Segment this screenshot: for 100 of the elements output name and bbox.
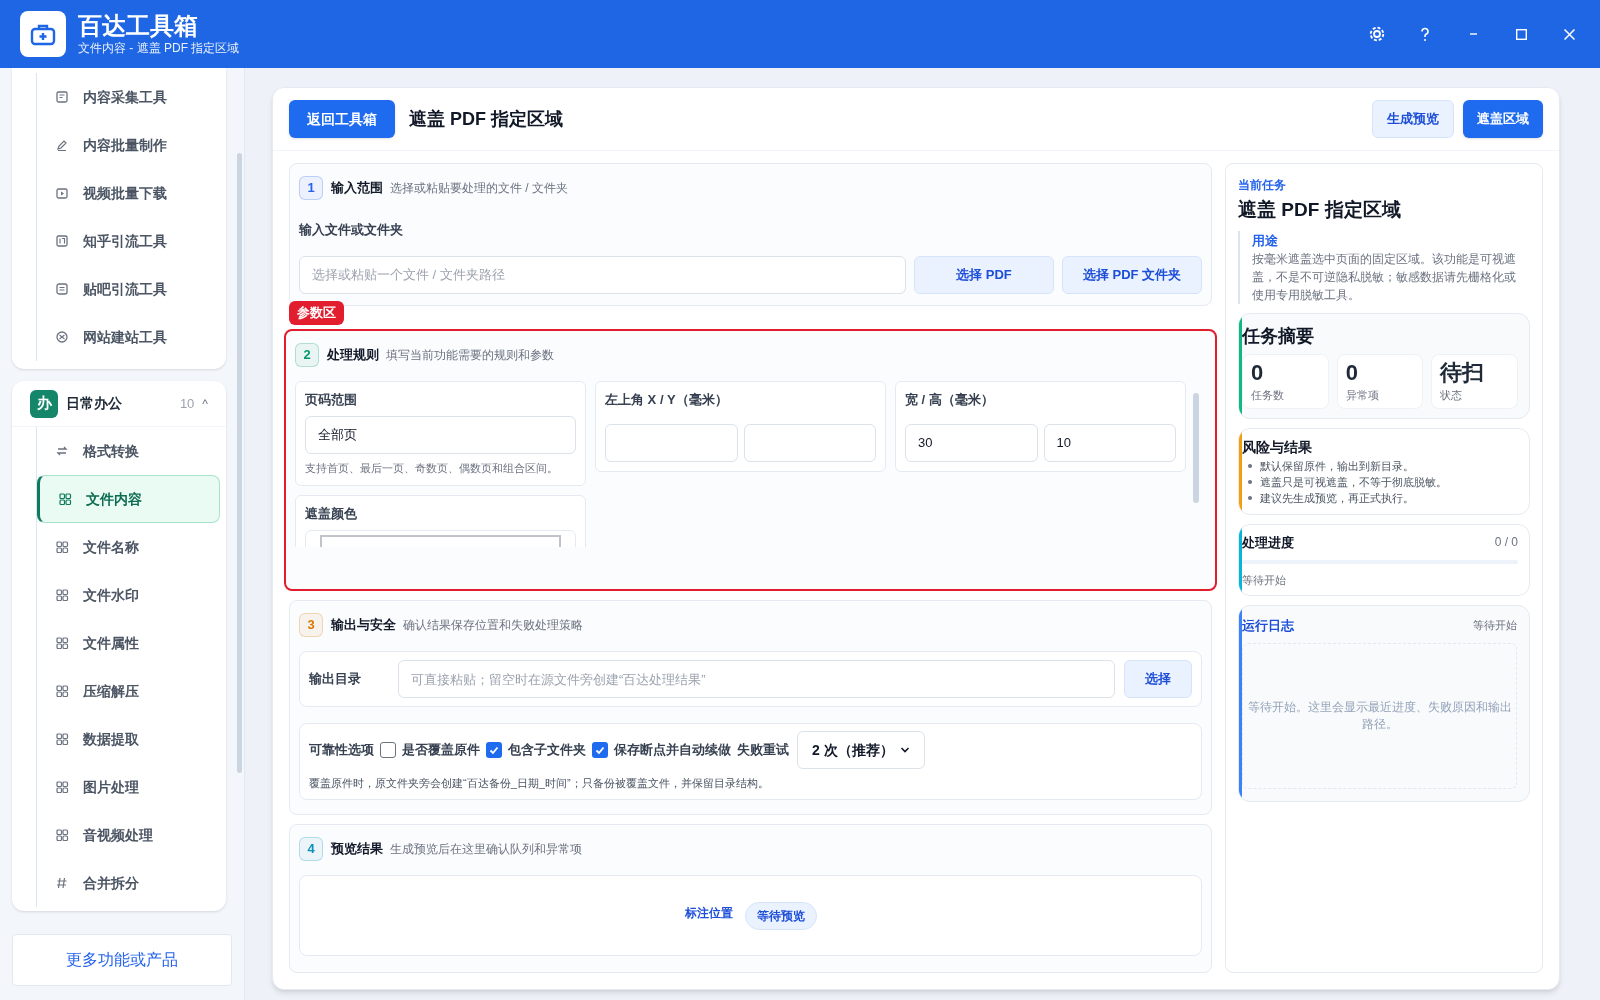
- medical-kit-icon: [30, 22, 56, 46]
- field-label: 左上角 X / Y（毫米）: [605, 391, 729, 409]
- sidebar-item[interactable]: 文件水印: [37, 571, 220, 619]
- sidebar-item[interactable]: 知乎引流工具: [37, 217, 220, 265]
- risk-item: 默认保留原件，输出到新目录。: [1260, 458, 1414, 474]
- app-subtitle: 文件内容 - 遮盖 PDF 指定区域: [78, 40, 240, 56]
- grid-icon: [55, 828, 69, 842]
- more-products-button[interactable]: 更多功能或产品: [12, 934, 232, 986]
- grid-icon: [55, 732, 69, 746]
- close-icon: [1563, 28, 1575, 40]
- sidebar-item[interactable]: 图片处理: [37, 763, 220, 811]
- sidebar-item[interactable]: 压缩解压: [37, 667, 220, 715]
- checkbox[interactable]: [486, 742, 502, 758]
- grid-icon: [55, 636, 69, 650]
- sidebar-item[interactable]: 内容批量制作: [37, 121, 220, 169]
- sidebar-item[interactable]: 视频批量下载: [37, 169, 220, 217]
- number-field[interactable]: [605, 423, 738, 462]
- log-status: 等待开始: [1473, 618, 1517, 633]
- back-button[interactable]: 返回工具箱: [289, 100, 395, 138]
- page-range-field[interactable]: 全部页: [305, 415, 576, 454]
- mark-position-link[interactable]: 标注位置: [684, 903, 733, 922]
- settings-icon: [1368, 25, 1386, 43]
- card-title: 处理进度: [1242, 533, 1295, 552]
- options-note: 覆盖原件时，原文件夹旁会创建“百达备份_日期_时间”；只备份被覆盖文件，并保留目录结构。: [309, 776, 770, 791]
- task-title: 遮盖 PDF 指定区域: [1238, 198, 1402, 222]
- globe-icon: [55, 330, 69, 344]
- card-title: 风险与结果: [1242, 437, 1313, 457]
- checkbox-label: 保存断点并自动续做: [614, 741, 731, 760]
- number-field[interactable]: 10: [1043, 423, 1176, 462]
- group-count: 10: [179, 394, 195, 413]
- group-title: 日常办公: [66, 394, 122, 413]
- sidebar-item[interactable]: 网站建站工具: [37, 313, 220, 361]
- check-icon: [488, 744, 500, 756]
- stat-value: 0: [1345, 359, 1359, 387]
- grid-icon: [55, 780, 69, 794]
- section-hint: 填写当前功能需要的规则和参数: [386, 347, 554, 364]
- sidebar-item[interactable]: 音视频处理: [37, 811, 220, 859]
- sidebar-item[interactable]: 内容采集工具: [37, 73, 220, 121]
- preview-button[interactable]: 生成预览: [1372, 100, 1454, 138]
- output-dir-field[interactable]: 可直接粘贴；留空时在源文件旁创建“百达处理结果”: [398, 660, 1115, 698]
- swap-arrows-icon: [55, 444, 69, 458]
- step-badge: 4: [299, 837, 323, 861]
- sidebar-item[interactable]: 文件属性: [37, 619, 220, 667]
- scrollbar-thumb[interactable]: [237, 153, 242, 773]
- select-folder-button[interactable]: 选择 PDF 文件夹: [1062, 255, 1202, 294]
- caret-icon: ^: [202, 394, 208, 413]
- card-title: 任务摘要: [1242, 325, 1315, 348]
- sidebar-item[interactable]: 贴吧引流工具: [37, 265, 220, 313]
- square-glyph-icon: [55, 234, 69, 248]
- retry-label: 失败重试: [737, 741, 789, 760]
- checkbox[interactable]: [380, 742, 396, 758]
- grid-icon: [55, 540, 69, 554]
- number-field[interactable]: 30: [905, 423, 1038, 462]
- section-hint: 选择或粘贴要处理的文件 / 文件夹: [390, 180, 568, 197]
- number-field[interactable]: [743, 423, 876, 462]
- retry-select[interactable]: 2 次（推荐）: [797, 731, 925, 769]
- progress-count: 0 / 0: [1494, 534, 1518, 552]
- check-icon: [594, 744, 606, 756]
- section-title: 处理规则: [327, 346, 379, 365]
- section-title: 输出与安全: [331, 616, 396, 635]
- risk-item: 遮盖只是可视遮盖，不等于彻底脱敏。: [1260, 474, 1447, 490]
- purpose-text: 按毫米遮盖选中页面的固定区域。该功能是可视遮盖，不是不可逆隐私脱敏；敏感数据请先栅格化或使用专用脱敏工具。: [1252, 251, 1517, 304]
- hash-icon: [55, 876, 69, 890]
- sidebar-item[interactable]: 文件内容: [37, 475, 220, 523]
- apply-mask-button[interactable]: 遮盖区域: [1463, 100, 1543, 138]
- eyebrow-label: 当前任务: [1238, 177, 1287, 194]
- stat-label: 任务数: [1251, 388, 1285, 403]
- note-icon: [55, 282, 69, 296]
- field-label: 输出目录: [309, 670, 362, 689]
- chevron-down-icon: [900, 746, 910, 754]
- select-file-button[interactable]: 选择 PDF: [914, 255, 1054, 294]
- sidebar-item[interactable]: 格式转换: [37, 427, 220, 475]
- step-badge: 1: [299, 176, 323, 200]
- sidebar-item[interactable]: 合并拆分: [37, 859, 220, 907]
- minimize-icon: [1469, 33, 1477, 35]
- document-icon: [55, 90, 69, 104]
- section-tag: 参数区: [289, 301, 344, 325]
- grid-icon: [55, 588, 69, 602]
- section-title: 输入范围: [331, 179, 383, 198]
- field-label: 输入文件或文件夹: [299, 221, 404, 239]
- maximize-icon: [1515, 28, 1527, 40]
- step-badge: 3: [299, 613, 323, 637]
- stat-label: 异常项: [1345, 388, 1380, 403]
- group-badge: 办: [30, 389, 58, 418]
- section-hint: 生成预览后在这里确认队列和异常项: [390, 841, 582, 858]
- card-title: 运行日志: [1242, 616, 1295, 635]
- sidebar-item[interactable]: 文件名称: [37, 523, 220, 571]
- progress-status: 等待开始: [1242, 573, 1287, 588]
- checkbox[interactable]: [592, 742, 608, 758]
- group-header[interactable]: 办 日常办公 10 ^: [12, 381, 226, 427]
- choose-button[interactable]: 选择: [1124, 660, 1192, 698]
- video-icon: [55, 186, 69, 200]
- checkbox-label: 包含子文件夹: [508, 741, 586, 760]
- checkbox-label: 是否覆盖原件: [402, 741, 480, 760]
- sidebar-item[interactable]: 数据提取: [37, 715, 220, 763]
- field-label: 页码范围: [305, 391, 358, 409]
- stat-value: 0: [1251, 359, 1265, 387]
- section-title: 预览结果: [331, 840, 383, 859]
- scrollbar-thumb[interactable]: [1193, 393, 1199, 503]
- log-empty-text: 等待开始。这里会显示最近进度、失败原因和输出路径。: [1246, 699, 1513, 733]
